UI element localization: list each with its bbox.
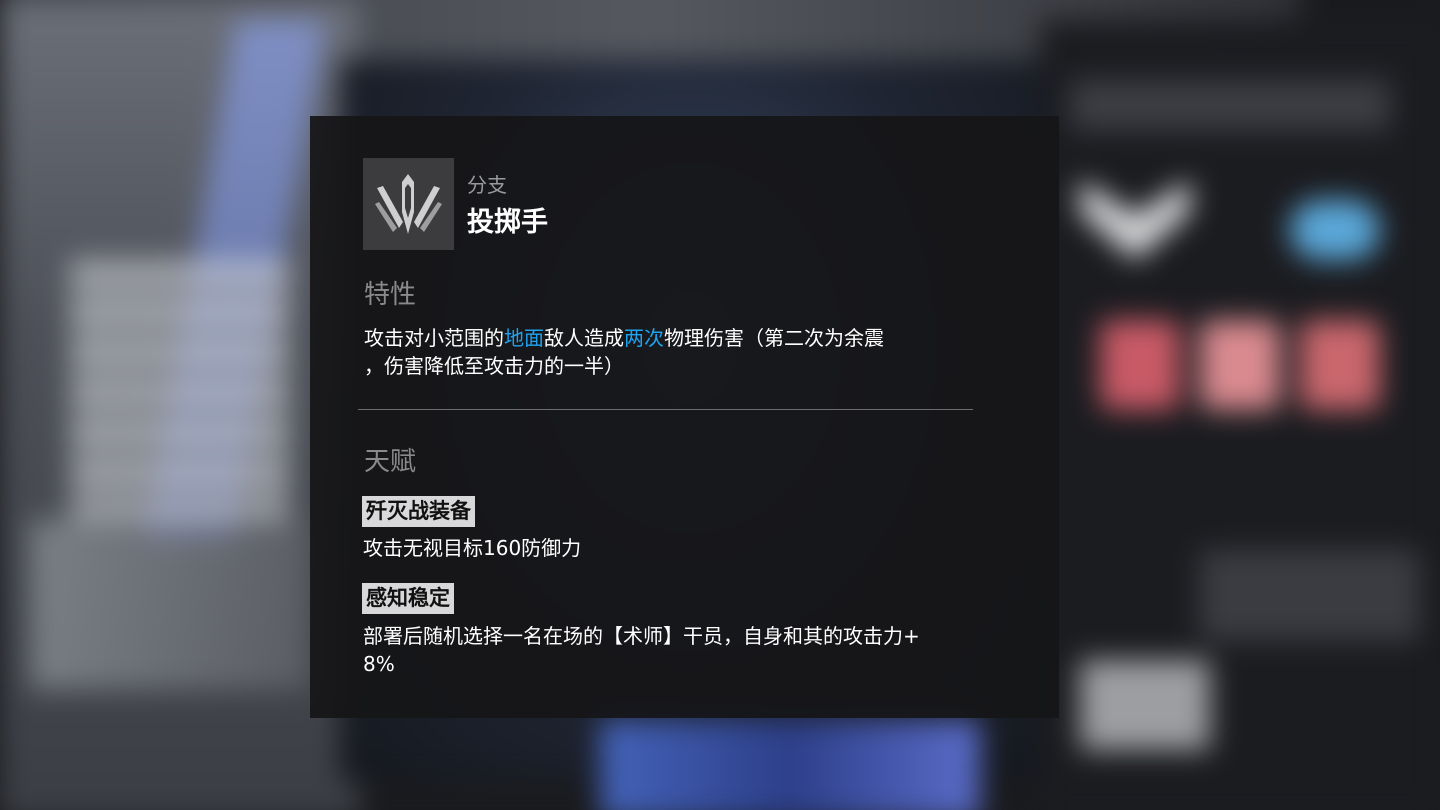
- trait-highlight-twice: 两次: [624, 326, 664, 350]
- trait-description: 攻击对小范围的地面敌人造成两次物理伤害（第二次为余震 ，伤害降低至攻击力的一半）: [364, 324, 974, 380]
- talent-description: 攻击无视目标160防御力: [363, 536, 582, 560]
- section-divider: [358, 409, 973, 410]
- talent-description: 部署后随机选择一名在场的【术师】干员，自身和其的攻击力+ 8%: [363, 622, 1013, 678]
- talent-description-line: 8%: [363, 652, 395, 676]
- trait-highlight-ground: 地面: [504, 326, 544, 350]
- trait-text-segment: 攻击对小范围的: [364, 326, 504, 350]
- trait-text-segment: 物理伤害（第二次为余震: [664, 326, 884, 350]
- trait-text-segment: 敌人造成: [544, 326, 624, 350]
- talent-description-line: 部署后随机选择一名在场的【术师】干员，自身和其的攻击力+: [363, 624, 920, 648]
- talent-name-tag: 歼灭战装备: [362, 496, 475, 527]
- thrower-branch-icon: [363, 158, 454, 250]
- branch-name: 投掷手: [467, 207, 548, 238]
- branch-info-panel: 分支 投掷手 特性 攻击对小范围的地面敌人造成两次物理伤害（第二次为余震 ，伤害降…: [310, 116, 1059, 718]
- talent-section-title: 天赋: [364, 447, 417, 477]
- trait-section-title: 特性: [364, 280, 417, 310]
- talent-name-tag: 感知稳定: [362, 583, 454, 614]
- game-screen: 分支 投掷手 特性 攻击对小范围的地面敌人造成两次物理伤害（第二次为余震 ，伤害降…: [0, 0, 1440, 810]
- branch-tag-label: 分支: [467, 173, 507, 197]
- trait-text-segment: ，伤害降低至攻击力的一半）: [364, 354, 624, 378]
